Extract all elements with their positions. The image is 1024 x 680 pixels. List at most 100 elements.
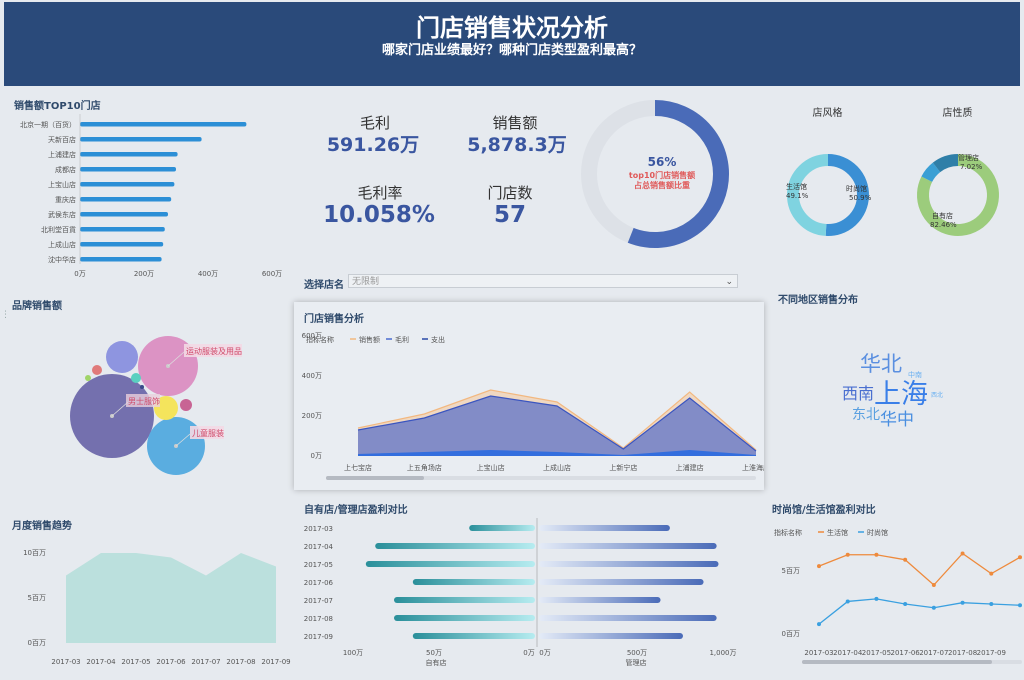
store-select[interactable]: 无限制 ⌄ [348,274,738,288]
area-ytick: 600万 [302,332,322,340]
top10-share-gauge: 56% top10门店销售额 占总销售额比重 [581,100,729,248]
own-bar[interactable] [469,525,535,531]
region-word-huabei[interactable]: 华北 [860,352,902,376]
series-line [818,552,1021,586]
top10-store-label: 上成山店 [48,240,76,249]
fashion-life-line-chart: 指标名称 生活馆 时尚馆0百万5百万2017-03 2017-04 2017-05 201… [774,528,1022,664]
legend-title: 指标名称 [774,528,802,537]
brand-label-kids: 儿童服装 [192,428,224,438]
donut-slice[interactable] [921,162,941,183]
top10-bar[interactable] [80,137,202,142]
managed-bar[interactable] [539,525,670,531]
donut-label: 自有店 [932,211,953,220]
own-axis-label: 自有店 [426,658,447,667]
managed-bar[interactable] [539,579,704,585]
drag-handle-icon[interactable]: ⋮ [1,310,10,320]
managed-bar[interactable] [539,543,717,549]
donut-slice[interactable] [932,154,959,173]
top10-tick: 600万 [262,270,282,278]
top10-bar[interactable] [80,242,164,247]
own-bar[interactable] [394,597,535,603]
own-bar[interactable] [375,543,535,549]
brand-bubble-chart: 运动服装及用品 男士服饰 儿童服装 [70,336,242,475]
series-point[interactable] [1018,603,1022,608]
bubble-brand-a[interactable] [106,341,138,373]
monthly-xtick: 2017-06 [156,658,186,666]
managed-bar[interactable] [539,597,661,603]
series-point[interactable] [1018,555,1022,560]
series-point[interactable] [874,552,879,557]
top10-tick: 0万 [74,270,85,278]
own-bar[interactable] [412,579,535,585]
legend-item[interactable]: 时尚馆 [867,528,888,537]
series-point[interactable] [960,551,965,556]
series-point[interactable] [903,557,908,562]
page-subtitle: 哪家门店业绩最好？哪种门店类型盈利最高？ [381,43,642,58]
managed-bar[interactable] [539,615,717,621]
top10-bar[interactable] [80,212,168,217]
legend-item[interactable]: 生活馆 [827,528,848,537]
series-point[interactable] [845,552,850,557]
scrollbar-thumb[interactable] [802,660,992,664]
legend-item[interactable]: 支出 [431,335,445,344]
top10-bar[interactable] [80,182,175,187]
legend-item[interactable]: 毛利 [395,335,409,344]
monthly-xtick: 2017-08 [226,658,255,666]
series-point[interactable] [989,571,994,576]
managed-axis-label: 管理店 [626,658,647,667]
top10-bar[interactable] [80,122,247,127]
monthly-xtick: 2017-09 [261,658,290,666]
region-word-shanghai[interactable]: 上海 [874,379,928,410]
region-word-huazhong[interactable]: 华中 [880,410,914,430]
stores-label: 门店数 [487,184,533,202]
margin-label: 毛利率 [357,184,403,202]
series-point[interactable] [960,600,965,605]
managed-axis-tick: 1,000万 [709,649,736,657]
scrollbar-thumb[interactable] [326,476,424,480]
region-word-dongbei[interactable]: 东北 [852,407,880,423]
top10-store-label: 重庆店 [55,195,76,204]
series-point[interactable] [989,601,994,606]
series-point[interactable] [817,564,821,569]
own-bar[interactable] [394,615,535,621]
bubble-brand-g[interactable] [140,385,144,389]
area-chart-title: 门店销售分析 [304,314,364,325]
series-point[interactable] [931,583,936,588]
own-bar[interactable] [365,561,535,567]
monthly-xtick: 2017-04 [86,658,116,666]
monthly-xtick: 2017-05 [121,658,150,666]
month-label: 2017-06 [304,579,334,587]
region-word-xibei[interactable]: 西北 [931,391,943,399]
bubble-brand-e[interactable] [131,373,141,383]
region-word-xinan[interactable]: 西南 [842,384,874,403]
bubble-brand-c[interactable] [180,399,192,411]
bubble-brand-d[interactable] [92,365,102,375]
top10-bar[interactable] [80,152,178,157]
bubble-brand-f[interactable] [85,375,91,381]
top10-bar[interactable] [80,227,165,232]
month-label: 2017-07 [304,597,333,605]
top10-store-label: 天新百店 [48,135,76,144]
top10-bar[interactable] [80,197,172,202]
donut-label: 82.46% [930,221,957,229]
managed-bar[interactable] [539,561,719,567]
fashion-ytick: 0百万 [782,630,800,638]
legend-item[interactable]: 销售额 [359,335,380,344]
top10-store-label: 武侯东店 [48,210,76,219]
monthly-xtick: 2017-07 [191,658,220,666]
chevron-down-icon[interactable]: ⌄ [725,275,733,289]
own-managed-title: 自有店/管理店盈利对比 [304,505,408,516]
top10-bar[interactable] [80,167,176,172]
series-point[interactable] [874,596,879,601]
area-xtick: 上淮海店 [742,463,764,472]
series-point[interactable] [817,622,821,627]
series-point[interactable] [845,599,850,604]
series-point[interactable] [931,605,936,610]
series-point[interactable] [903,601,908,606]
own-bar[interactable] [412,633,535,639]
gauge-line2: 占总销售额比重 [634,180,690,190]
region-word-zhongnan[interactable]: 中南 [908,370,922,379]
managed-bar[interactable] [539,633,683,639]
top10-bar[interactable] [80,257,162,262]
brand-label-mens: 男士服饰 [128,396,160,406]
